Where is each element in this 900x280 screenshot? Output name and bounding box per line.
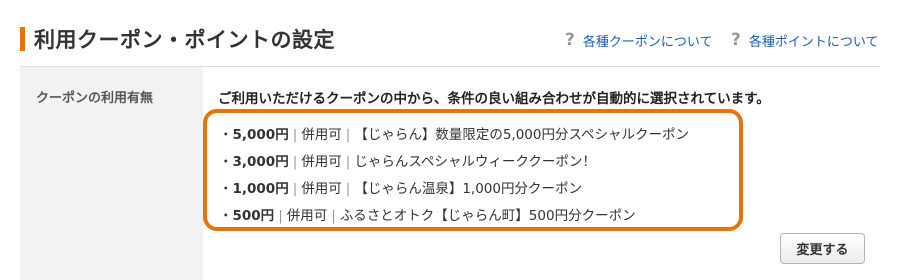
- coupon-name: ふるさとオトク【じゃらん町】500円分クーポン: [339, 208, 636, 224]
- coupon-name: 【じゃらん温泉】1,000円分クーポン: [354, 181, 582, 197]
- separator: |: [345, 154, 351, 170]
- coupon-amount: 1,000円: [232, 181, 289, 197]
- bullet: ・: [219, 127, 233, 143]
- coupon-usage: 併用可: [301, 181, 342, 197]
- coupon-name: 【じゃらん】数量限定の5,000円分スペシャルクーポン: [354, 127, 690, 143]
- coupon-usage: 併用可: [301, 154, 342, 170]
- point-info-link[interactable]: ? 各種ポイントについて: [731, 30, 879, 50]
- coupon-item: ・1,000円 | 併用可 | 【じゃらん温泉】1,000円分クーポン: [219, 176, 689, 203]
- coupon-info-link[interactable]: ? 各種クーポンについて: [565, 30, 713, 50]
- coupon-usage: 併用可: [301, 127, 342, 143]
- coupon-item: ・3,000円 | 併用可 | じゃらんスペシャルウィーククーポン！: [219, 149, 689, 176]
- question-icon: ?: [565, 30, 575, 50]
- row-label-cell: クーポンの利用有無: [20, 67, 203, 280]
- coupon-item: ・5,000円 | 併用可 | 【じゃらん】数量限定の5,000円分スペシャルクーポン: [219, 122, 689, 149]
- separator: |: [278, 208, 283, 224]
- coupon-amount: 500円: [232, 208, 275, 224]
- separator: |: [331, 208, 336, 224]
- section-header: 利用クーポン・ポイントの設定 ? 各種クーポンについて ? 各種ポイントについて: [0, 0, 900, 66]
- point-info-link-label[interactable]: 各種ポイントについて: [749, 31, 879, 50]
- separator: |: [292, 154, 298, 170]
- change-button[interactable]: 変更する: [780, 233, 865, 264]
- coupon-name: じゃらんスペシャルウィーククーポン！: [354, 154, 596, 170]
- coupon-amount: 5,000円: [232, 127, 289, 143]
- coupon-amount: 3,000円: [232, 154, 289, 170]
- applied-coupons-box: ・5,000円 | 併用可 | 【じゃらん】数量限定の5,000円分スペシャルクーポン …: [203, 109, 743, 231]
- page-title: 利用クーポン・ポイントの設定: [34, 28, 335, 52]
- bullet: ・: [219, 181, 233, 197]
- question-icon: ?: [731, 30, 741, 50]
- coupon-item: ・500円 | 併用可 | ふるさとオトク【じゃらん町】500円分クーポン: [219, 203, 689, 230]
- separator: |: [345, 127, 351, 143]
- bullet: ・: [219, 208, 233, 224]
- coupon-usage: 併用可: [286, 208, 328, 224]
- coupon-list: ・5,000円 | 併用可 | 【じゃらん】数量限定の5,000円分スペシャルクーポン …: [219, 122, 689, 230]
- title-accent-bar: [20, 27, 25, 51]
- separator: |: [292, 181, 298, 197]
- coupon-usage-label: クーポンの利用有無: [36, 91, 154, 106]
- separator: |: [345, 181, 351, 197]
- bullet: ・: [219, 154, 233, 170]
- coupon-info-link-label[interactable]: 各種クーポンについて: [583, 31, 713, 50]
- coupon-description: ご利用いただけるクーポンの中から、条件の良い組み合わせが自動的に選択されています…: [218, 91, 770, 107]
- separator: |: [292, 127, 298, 143]
